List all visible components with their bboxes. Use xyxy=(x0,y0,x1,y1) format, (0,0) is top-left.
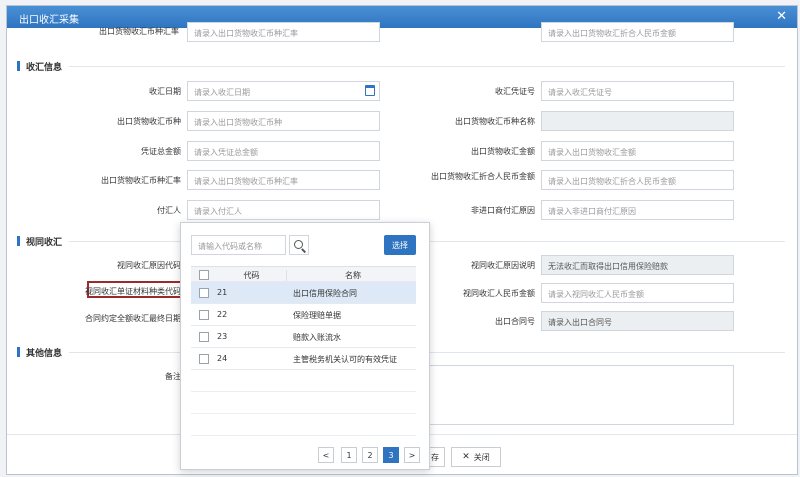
page-3-button[interactable]: 3 xyxy=(383,447,399,463)
reason-code-label: 视同收汇原因代码 xyxy=(117,261,181,270)
prev-page-button[interactable]: < xyxy=(318,447,334,463)
empty-row xyxy=(191,370,416,392)
page-2-button[interactable]: 2 xyxy=(362,447,378,463)
remitter-label: 付汇人 xyxy=(157,206,181,215)
select-button[interactable]: 选择 xyxy=(384,235,416,255)
select-all-checkbox[interactable] xyxy=(199,270,209,280)
currency-name-label: 出口货物收汇币种名称 xyxy=(455,117,535,126)
row-name: 出口信用保险合同 xyxy=(293,289,357,298)
row-name: 主管税务机关认可的有效凭证 xyxy=(293,355,397,364)
col-name-header: 名称 xyxy=(345,271,361,280)
row-checkbox[interactable] xyxy=(199,332,209,342)
empty-row xyxy=(191,392,416,414)
export-amount-input[interactable]: 请录入出口货物收汇金额 xyxy=(541,141,734,161)
row-checkbox[interactable] xyxy=(199,310,209,320)
close-icon: ✕ xyxy=(462,452,470,462)
next-page-button[interactable]: > xyxy=(404,447,420,463)
voucher-amount-label: 凭证总金额 xyxy=(141,147,181,156)
close-button[interactable]: ✕ 关闭 xyxy=(451,447,501,467)
table-row[interactable]: 21 出口信用保险合同 xyxy=(191,282,416,304)
row-name: 保险理赔单据 xyxy=(293,311,341,320)
non-origin-label: 非进口商付汇原因 xyxy=(471,206,535,215)
row-checkbox[interactable] xyxy=(199,288,209,298)
rmb-amount-input[interactable]: 请录入视同收汇人民币金额 xyxy=(541,283,734,303)
rate-input[interactable]: 请录入出口货物收汇币种汇率 xyxy=(187,170,380,190)
voucher-amount-input[interactable]: 请录入凭证总金额 xyxy=(187,141,380,161)
date-label: 收汇日期 xyxy=(149,87,181,96)
page-1-button[interactable]: 1 xyxy=(341,447,357,463)
doc-type-picker: 请输入代码或名称 选择 代码 名称 21 出口信用保险合同 22 保险理赔单据 … xyxy=(180,222,430,470)
section-other-title: 其他信息 xyxy=(17,346,62,359)
date-input[interactable]: 请录入收汇日期 xyxy=(187,81,380,101)
calendar-icon[interactable] xyxy=(365,85,375,96)
row-code: 21 xyxy=(217,288,228,297)
top-rate-label: 出口货物收汇币种汇率 xyxy=(99,27,179,36)
empty-row xyxy=(191,414,416,436)
rmb-amount-label: 视同收汇人民币金额 xyxy=(463,289,535,298)
close-icon[interactable]: ✕ xyxy=(776,9,787,24)
export-amount-label: 出口货物收汇金额 xyxy=(471,147,535,156)
reason-desc-input: 无法收汇而取得出口信用保险赔款 xyxy=(541,255,734,275)
reason-desc-label: 视同收汇原因说明 xyxy=(471,261,535,270)
picker-grid: 代码 名称 21 出口信用保险合同 22 保险理赔单据 23 赔款入账流水 24… xyxy=(191,266,416,436)
currency-label: 出口货物收汇币种 xyxy=(117,117,181,126)
section-collection-title: 收汇信息 xyxy=(17,60,62,73)
row-checkbox[interactable] xyxy=(199,354,209,364)
doc-type-label: 视同收汇单证材料种类代码 xyxy=(85,287,181,296)
rate-label: 出口货物收汇币种汇率 xyxy=(101,176,181,185)
search-button[interactable] xyxy=(289,235,309,255)
picker-search-input[interactable]: 请输入代码或名称 xyxy=(191,235,286,255)
non-origin-input[interactable]: 请录入非进口商付汇原因 xyxy=(541,200,734,220)
table-row[interactable]: 23 赔款入账流水 xyxy=(191,326,416,348)
pagination: < 1 2 3 > xyxy=(181,447,431,463)
grid-header: 代码 名称 xyxy=(191,266,416,282)
row-code: 22 xyxy=(217,310,228,319)
section-deemed-title: 视同收汇 xyxy=(17,235,62,248)
voucher-no-label: 收汇凭证号 xyxy=(495,87,535,96)
table-row[interactable]: 24 主管税务机关认可的有效凭证 xyxy=(191,348,416,370)
top-rate-input[interactable]: 请录入出口货物收汇币种汇率 xyxy=(187,22,380,42)
contract-no-input[interactable]: 请录入出口合同号 xyxy=(541,311,734,331)
contract-no-label: 出口合同号 xyxy=(495,317,535,326)
row-code: 24 xyxy=(217,354,228,363)
currency-input[interactable]: 请录入出口货物收汇币种 xyxy=(187,111,380,131)
row-code: 23 xyxy=(217,332,228,341)
dialog-title: 出口收汇采集 xyxy=(19,15,79,26)
table-row[interactable]: 22 保险理赔单据 xyxy=(191,304,416,326)
voucher-no-input[interactable]: 请录入收汇凭证号 xyxy=(541,81,734,101)
top-rmb-input[interactable]: 请录入出口货物收汇折合人民币金额 xyxy=(541,22,734,42)
rmb-label: 出口货物收汇折合人民币金额 xyxy=(431,172,535,181)
section-divider xyxy=(69,66,785,67)
close-button-label: 关闭 xyxy=(473,452,490,462)
remitter-input[interactable]: 请录入付汇人 xyxy=(187,200,380,220)
remark-label: 备注 xyxy=(165,372,181,381)
row-name: 赔款入账流水 xyxy=(293,333,341,342)
rmb-input[interactable]: 请录入出口货物收汇折合人民币金额 xyxy=(541,170,734,190)
col-code-header: 代码 xyxy=(217,270,287,281)
currency-name-input xyxy=(541,111,734,131)
contract-date-label: 合同约定全额收汇最终日期 xyxy=(85,314,181,323)
date-placeholder: 请录入收汇日期 xyxy=(194,88,250,97)
